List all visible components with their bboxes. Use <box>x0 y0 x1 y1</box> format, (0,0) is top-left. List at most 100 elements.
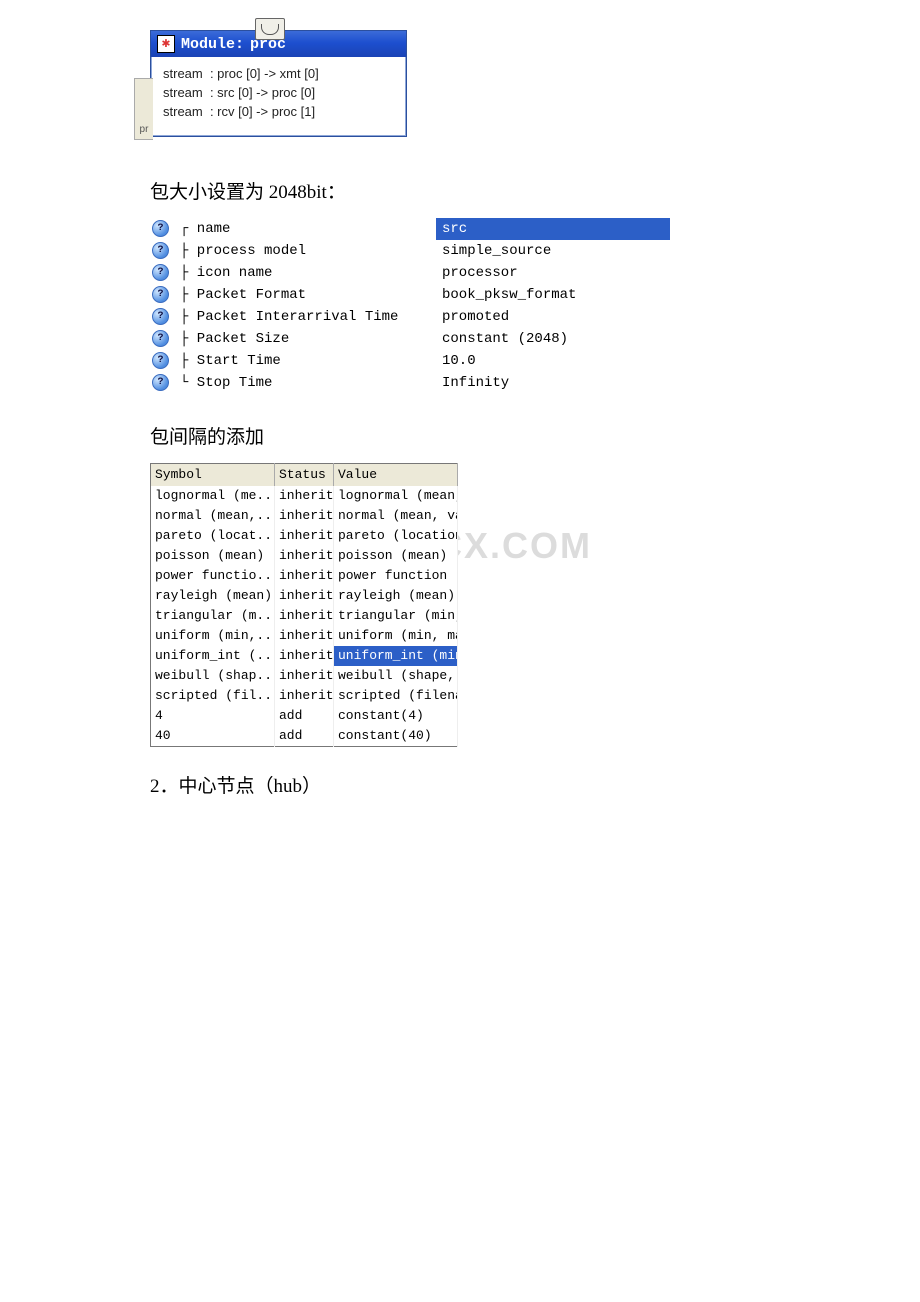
attribute-name[interactable]: ┌ name <box>174 218 436 240</box>
help-icon[interactable]: ? <box>152 220 169 237</box>
symbol-cell[interactable]: uniform (min,... <box>151 626 275 646</box>
attribute-value[interactable]: 10.0 <box>436 350 670 372</box>
attribute-value[interactable]: processor <box>436 262 670 284</box>
symbol-cell[interactable]: 40 <box>151 726 275 747</box>
help-icon[interactable]: ? <box>152 374 169 391</box>
help-icon[interactable]: ? <box>152 264 169 281</box>
symbol-cell[interactable]: poisson (mean) <box>151 546 275 566</box>
value-cell[interactable]: uniform (min, max) <box>334 626 458 646</box>
value-cell[interactable]: scripted (filename) <box>334 686 458 706</box>
help-icon-cell[interactable]: ? <box>150 240 174 262</box>
status-cell[interactable]: inherit <box>275 646 334 666</box>
help-icon[interactable]: ? <box>152 308 169 325</box>
symbol-row[interactable]: triangular (m...inherittriangular (min, … <box>151 606 458 626</box>
help-icon-cell[interactable]: ? <box>150 306 174 328</box>
symbol-row[interactable]: power functio...inheritpower function (s… <box>151 566 458 586</box>
value-cell[interactable]: constant(40) <box>334 726 458 747</box>
header-value[interactable]: Value <box>334 463 458 486</box>
symbol-row[interactable]: 40addconstant(40) <box>151 726 458 747</box>
status-cell[interactable]: inherit <box>275 626 334 646</box>
help-icon[interactable]: ? <box>152 330 169 347</box>
value-cell[interactable]: weibull (shape, sca <box>334 666 458 686</box>
symbol-row[interactable]: normal (mean,...inheritnormal (mean, var… <box>151 506 458 526</box>
symbol-cell[interactable]: pareto (locat... <box>151 526 275 546</box>
symbol-cell[interactable]: lognormal (me... <box>151 486 275 506</box>
status-cell[interactable]: inherit <box>275 506 334 526</box>
help-icon-cell[interactable]: ? <box>150 328 174 350</box>
header-symbol[interactable]: Symbol <box>151 463 275 486</box>
status-cell[interactable]: inherit <box>275 666 334 686</box>
value-cell[interactable]: triangular (min, ma <box>334 606 458 626</box>
help-icon-cell[interactable]: ? <box>150 350 174 372</box>
value-cell[interactable]: pareto (location, s <box>334 526 458 546</box>
symbol-row[interactable]: weibull (shap...inheritweibull (shape, s… <box>151 666 458 686</box>
status-cell[interactable]: inherit <box>275 686 334 706</box>
help-icon-cell[interactable]: ? <box>150 284 174 306</box>
status-cell[interactable]: inherit <box>275 606 334 626</box>
attribute-row[interactable]: ? ├ Start Time10.0 <box>150 350 670 372</box>
symbol-cell[interactable]: scripted (fil... <box>151 686 275 706</box>
attribute-row[interactable]: ? ├ Packet Formatbook_pksw_format <box>150 284 670 306</box>
status-cell[interactable]: add <box>275 706 334 726</box>
value-cell[interactable]: rayleigh (mean) <box>334 586 458 606</box>
value-cell[interactable]: uniform_int (min, m <box>334 646 458 666</box>
status-cell[interactable]: inherit <box>275 526 334 546</box>
attribute-name[interactable]: ├ Packet Size <box>174 328 436 350</box>
symbol-cell[interactable]: triangular (m... <box>151 606 275 626</box>
attribute-value[interactable]: simple_source <box>436 240 670 262</box>
attribute-name[interactable]: ├ icon name <box>174 262 436 284</box>
attribute-value[interactable]: src <box>436 218 670 240</box>
symbol-row[interactable]: 4addconstant(4) <box>151 706 458 726</box>
symbol-row[interactable]: pareto (locat...inheritpareto (location,… <box>151 526 458 546</box>
attribute-name[interactable]: ├ Start Time <box>174 350 436 372</box>
attribute-value[interactable]: constant (2048) <box>436 328 670 350</box>
attribute-value[interactable]: book_pksw_format <box>436 284 670 306</box>
symbol-row[interactable]: uniform (min,...inherituniform (min, max… <box>151 626 458 646</box>
symbol-row[interactable]: scripted (fil...inheritscripted (filenam… <box>151 686 458 706</box>
help-icon-cell[interactable]: ? <box>150 218 174 240</box>
symbol-cell[interactable]: uniform_int (... <box>151 646 275 666</box>
attribute-row[interactable]: ? ┌ namesrc <box>150 218 670 240</box>
value-cell[interactable]: poisson (mean) <box>334 546 458 566</box>
status-cell[interactable]: inherit <box>275 566 334 586</box>
symbol-cell[interactable]: power functio... <box>151 566 275 586</box>
attribute-table[interactable]: ? ┌ namesrc? ├ process modelsimple_source?… <box>150 218 670 394</box>
symbol-cell[interactable]: 4 <box>151 706 275 726</box>
attribute-name[interactable]: └ Stop Time <box>174 372 436 394</box>
status-cell[interactable]: inherit <box>275 586 334 606</box>
attribute-row[interactable]: ? ├ process modelsimple_source <box>150 240 670 262</box>
status-cell[interactable]: inherit <box>275 546 334 566</box>
symbol-cell[interactable]: rayleigh (mean) <box>151 586 275 606</box>
value-cell[interactable]: constant(4) <box>334 706 458 726</box>
help-icon[interactable]: ? <box>152 242 169 259</box>
attribute-value[interactable]: Infinity <box>436 372 670 394</box>
module-star-icon: ✱ <box>157 35 175 53</box>
help-icon-cell[interactable]: ? <box>150 372 174 394</box>
attribute-name[interactable]: ├ Packet Format <box>174 284 436 306</box>
help-icon[interactable]: ? <box>152 352 169 369</box>
symbol-row[interactable]: rayleigh (mean)inheritrayleigh (mean) <box>151 586 458 606</box>
symbol-row[interactable]: lognormal (me...inheritlognormal (mean, … <box>151 486 458 506</box>
value-cell[interactable]: lognormal (mean, va <box>334 486 458 506</box>
attribute-row[interactable]: ? ├ Packet Interarrival Timepromoted <box>150 306 670 328</box>
attribute-row[interactable]: ? ├ icon nameprocessor <box>150 262 670 284</box>
attribute-row[interactable]: ? ├ Packet Sizeconstant (2048) <box>150 328 670 350</box>
status-cell[interactable]: add <box>275 726 334 747</box>
symbol-row[interactable]: poisson (mean)inheritpoisson (mean) <box>151 546 458 566</box>
attribute-name[interactable]: ├ process model <box>174 240 436 262</box>
attribute-row[interactable]: ? └ Stop TimeInfinity <box>150 372 670 394</box>
help-icon[interactable]: ? <box>152 286 169 303</box>
status-cell[interactable]: inherit <box>275 486 334 506</box>
value-cell[interactable]: power function (sha <box>334 566 458 586</box>
attribute-value[interactable]: promoted <box>436 306 670 328</box>
attribute-name[interactable]: ├ Packet Interarrival Time <box>174 306 436 328</box>
symbol-row[interactable]: uniform_int (...inherituniform_int (min,… <box>151 646 458 666</box>
symbol-cell[interactable]: normal (mean,... <box>151 506 275 526</box>
header-status[interactable]: Status <box>275 463 334 486</box>
symbol-table-header-row: Symbol Status Value <box>151 463 458 486</box>
symbol-cell[interactable]: weibull (shap... <box>151 666 275 686</box>
window-top-stub <box>255 18 285 40</box>
value-cell[interactable]: normal (mean, varia <box>334 506 458 526</box>
help-icon-cell[interactable]: ? <box>150 262 174 284</box>
symbol-table[interactable]: Symbol Status Value lognormal (me...inhe… <box>150 463 458 747</box>
